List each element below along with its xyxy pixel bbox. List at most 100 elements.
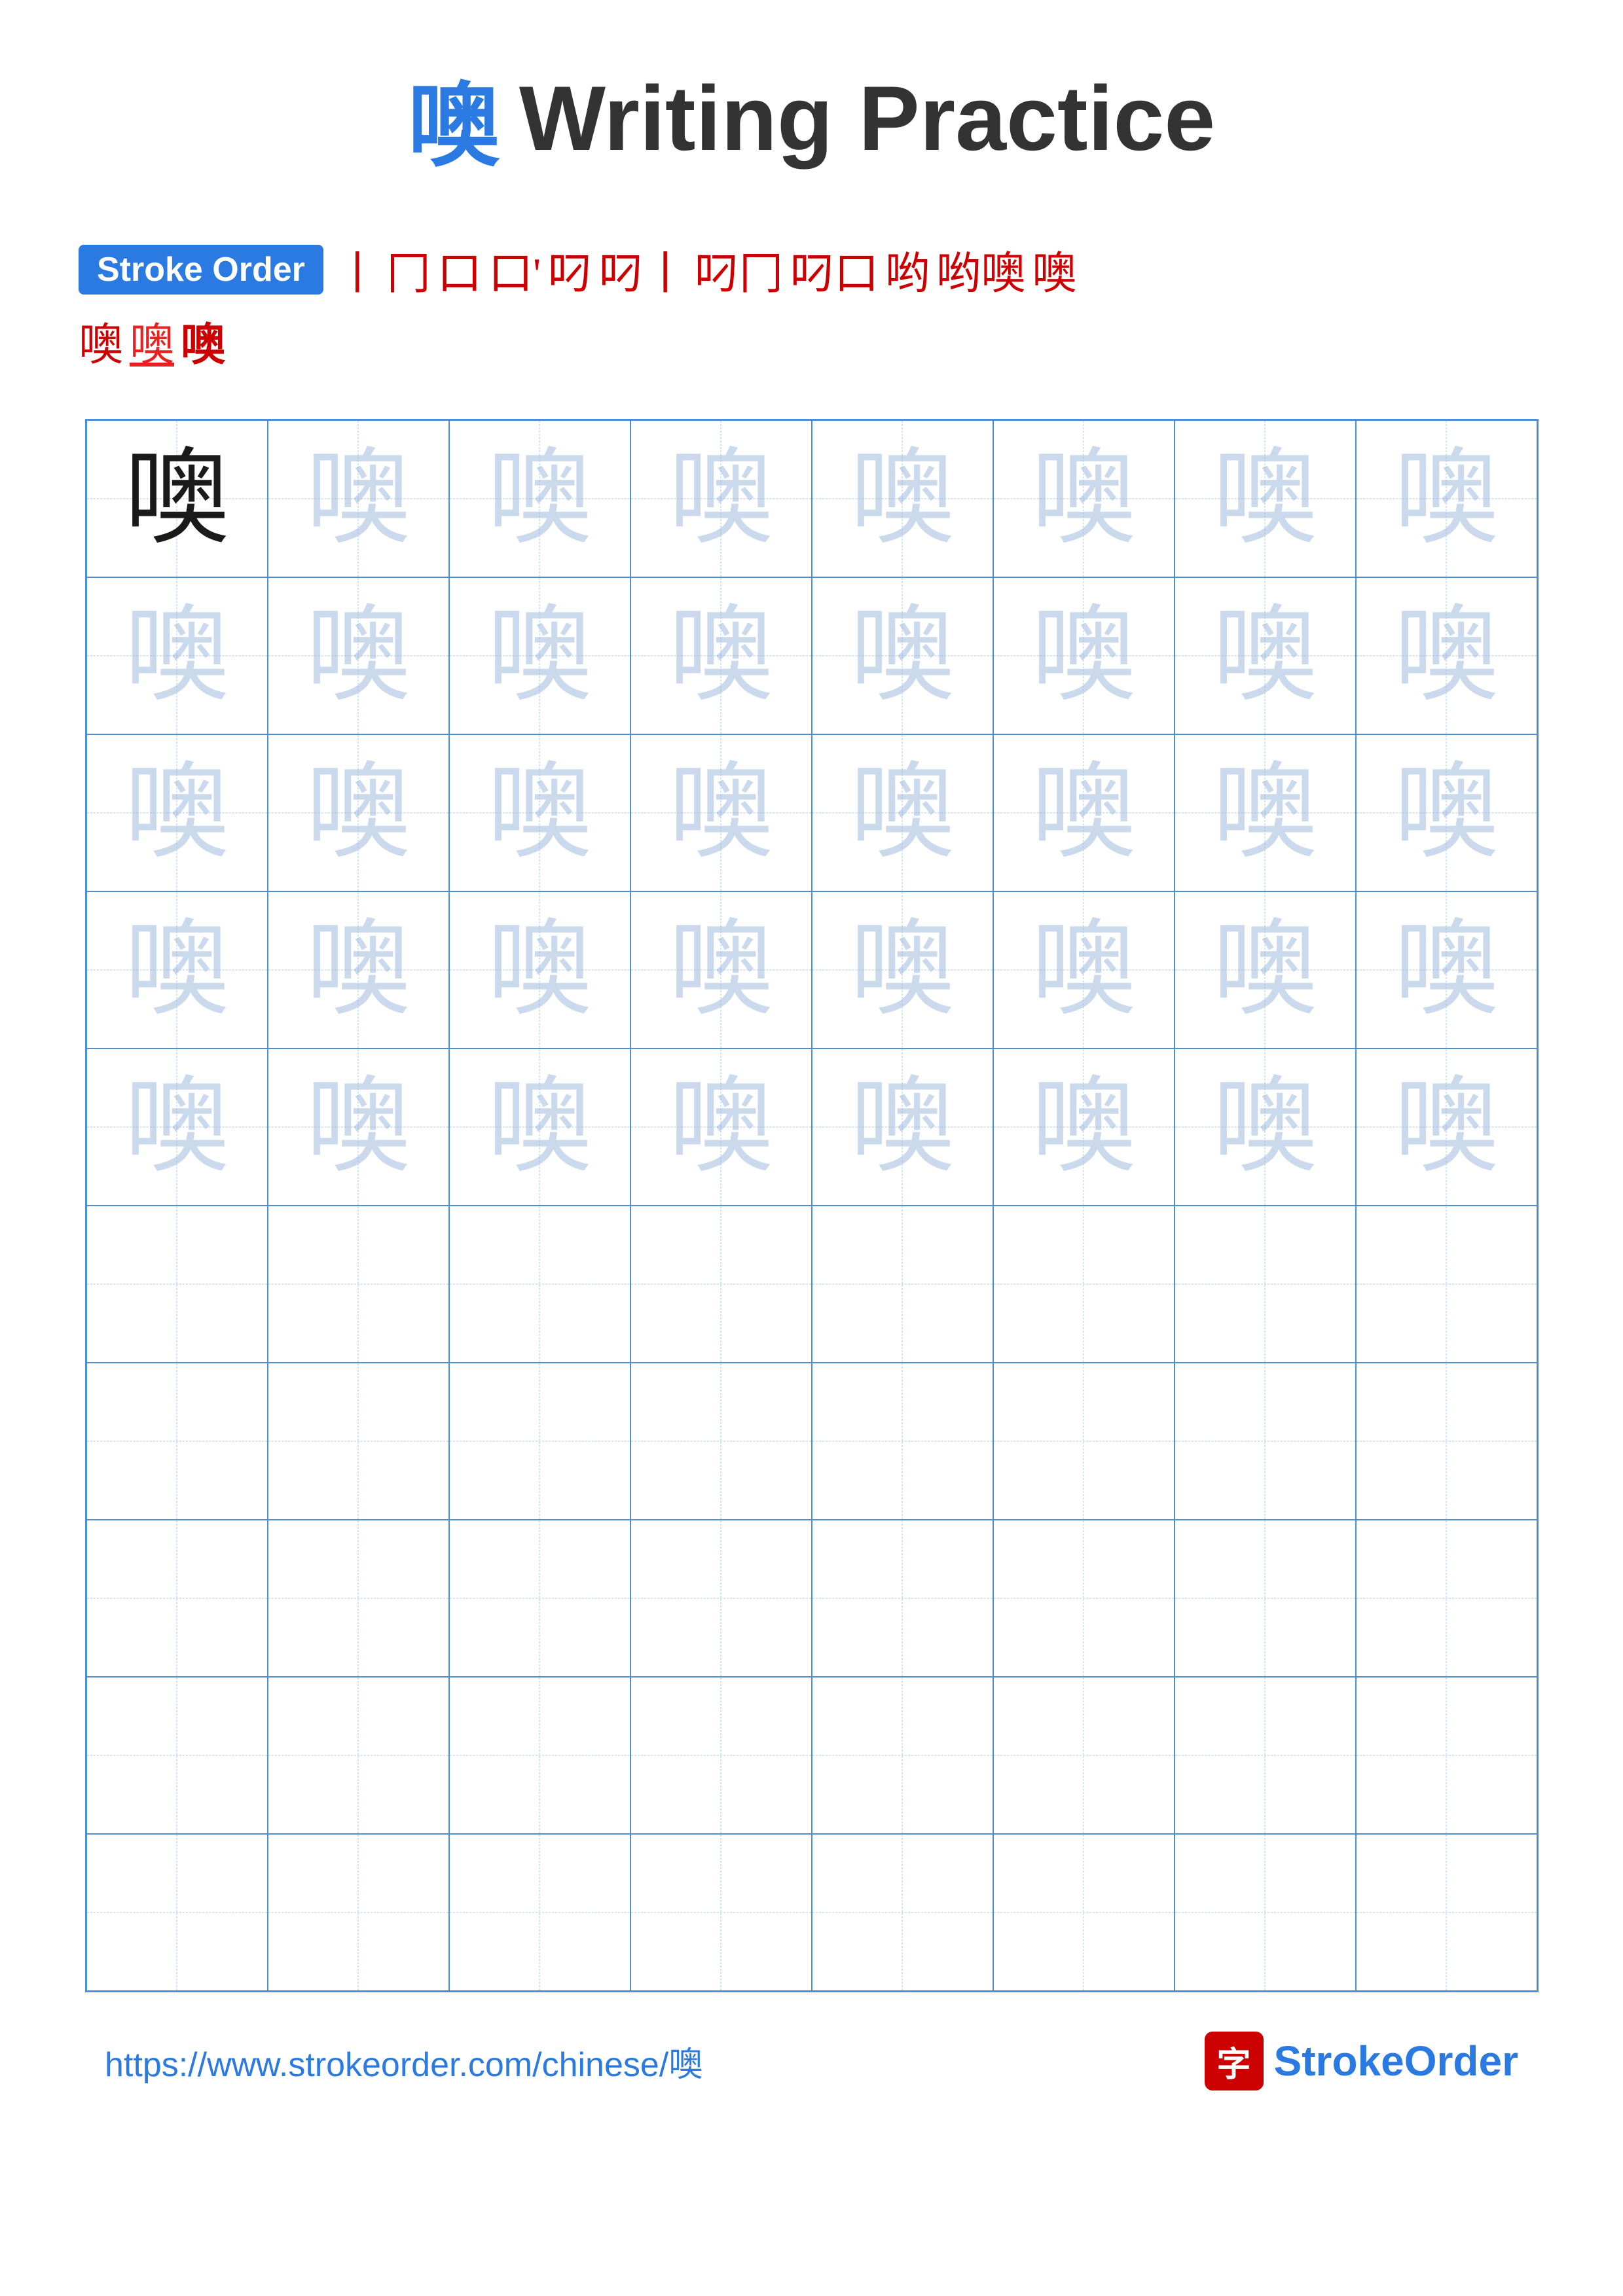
footer-logo-icon: 字 — [1205, 2032, 1264, 2090]
grid-cell-r6-c6[interactable] — [993, 1206, 1175, 1363]
grid-cell-r5-c2[interactable]: 噢 — [268, 1049, 449, 1206]
grid-cell-r4-c1[interactable]: 噢 — [86, 891, 268, 1049]
grid-cell-r4-c7[interactable]: 噢 — [1175, 891, 1356, 1049]
grid-cell-r7-c5[interactable] — [812, 1363, 993, 1520]
grid-cell-r3-c8[interactable]: 噢 — [1356, 734, 1537, 891]
grid-cell-r3-c4[interactable]: 噢 — [630, 734, 812, 891]
grid-cell-r5-c7[interactable]: 噢 — [1175, 1049, 1356, 1206]
grid-cell-r5-c4[interactable]: 噢 — [630, 1049, 812, 1206]
grid-cell-r9-c7[interactable] — [1175, 1677, 1356, 1834]
grid-cell-r2-c3[interactable]: 噢 — [449, 577, 630, 734]
grid-cell-r8-c5[interactable] — [812, 1520, 993, 1677]
grid-cell-r4-c8[interactable]: 噢 — [1356, 891, 1537, 1049]
grid-cell-r1-c5[interactable]: 噢 — [812, 420, 993, 577]
cell-char: 噢 — [850, 446, 955, 551]
grid-cell-r7-c2[interactable] — [268, 1363, 449, 1520]
grid-cell-r1-c7[interactable]: 噢 — [1175, 420, 1356, 577]
grid-cell-r9-c2[interactable] — [268, 1677, 449, 1834]
grid-cell-r1-c2[interactable]: 噢 — [268, 420, 449, 577]
grid-cell-r1-c4[interactable]: 噢 — [630, 420, 812, 577]
grid-cell-r8-c6[interactable] — [993, 1520, 1175, 1677]
cell-char: 噢 — [487, 603, 592, 708]
grid-cell-r3-c3[interactable]: 噢 — [449, 734, 630, 891]
grid-cell-r6-c2[interactable] — [268, 1206, 449, 1363]
grid-cell-r8-c2[interactable] — [268, 1520, 449, 1677]
grid-cell-r10-c3[interactable] — [449, 1834, 630, 1991]
grid-cell-r4-c6[interactable]: 噢 — [993, 891, 1175, 1049]
grid-cell-r7-c7[interactable] — [1175, 1363, 1356, 1520]
grid-cell-r5-c3[interactable]: 噢 — [449, 1049, 630, 1206]
grid-cell-r4-c4[interactable]: 噢 — [630, 891, 812, 1049]
grid-cell-r8-c7[interactable] — [1175, 1520, 1356, 1677]
grid-cell-r10-c2[interactable] — [268, 1834, 449, 1991]
grid-cell-r6-c8[interactable] — [1356, 1206, 1537, 1363]
grid-cell-r2-c4[interactable]: 噢 — [630, 577, 812, 734]
grid-cell-r3-c5[interactable]: 噢 — [812, 734, 993, 891]
grid-cell-r6-c7[interactable] — [1175, 1206, 1356, 1363]
grid-cell-r2-c7[interactable]: 噢 — [1175, 577, 1356, 734]
grid-cell-r9-c3[interactable] — [449, 1677, 630, 1834]
grid-cell-r9-c1[interactable] — [86, 1677, 268, 1834]
cell-char: 噢 — [850, 761, 955, 865]
cell-char: 噢 — [1213, 761, 1317, 865]
grid-cell-r8-c1[interactable] — [86, 1520, 268, 1677]
cell-char: 噢 — [306, 761, 410, 865]
grid-cell-r3-c7[interactable]: 噢 — [1175, 734, 1356, 891]
grid-cell-r7-c1[interactable] — [86, 1363, 268, 1520]
grid-cell-r3-c6[interactable]: 噢 — [993, 734, 1175, 891]
grid-cell-r4-c2[interactable]: 噢 — [268, 891, 449, 1049]
grid-cell-r3-c1[interactable]: 噢 — [86, 734, 268, 891]
grid-cell-r6-c5[interactable] — [812, 1206, 993, 1363]
cell-char: 噢 — [487, 1075, 592, 1179]
grid-cell-r10-c4[interactable] — [630, 1834, 812, 1991]
cell-char: 噢 — [306, 1075, 410, 1179]
stroke-6: 叼丨 — [598, 237, 687, 302]
grid-cell-r10-c5[interactable] — [812, 1834, 993, 1991]
footer-url[interactable]: https://www.strokeorder.com/chinese/噢 — [105, 2037, 702, 2086]
footer-logo-text: StrokeOrder — [1274, 2037, 1518, 2085]
grid-cell-r7-c6[interactable] — [993, 1363, 1175, 1520]
grid-cell-r2-c6[interactable]: 噢 — [993, 577, 1175, 734]
grid-cell-r2-c1[interactable]: 噢 — [86, 577, 268, 734]
cell-char: 噢 — [850, 603, 955, 708]
grid-cell-r7-c8[interactable] — [1356, 1363, 1537, 1520]
page-title: 噢 Writing Practice — [408, 52, 1215, 185]
grid-cell-r9-c8[interactable] — [1356, 1677, 1537, 1834]
grid-cell-r8-c8[interactable] — [1356, 1520, 1537, 1677]
stroke-order-section: Stroke Order 丨 冂 口 口' 叼 叼丨 叼冂 叼口 哟 哟噢 噢 … — [79, 237, 1544, 380]
grid-cell-r10-c8[interactable] — [1356, 1834, 1537, 1991]
grid-cell-r2-c2[interactable]: 噢 — [268, 577, 449, 734]
grid-cell-r10-c7[interactable] — [1175, 1834, 1356, 1991]
cell-char: 噢 — [306, 603, 410, 708]
stroke-chars-row1: 丨 冂 口 口' 叼 叼丨 叼冂 叼口 哟 哟噢 噢 — [335, 237, 1076, 302]
grid-cell-r1-c3[interactable]: 噢 — [449, 420, 630, 577]
grid-cell-r5-c6[interactable]: 噢 — [993, 1049, 1175, 1206]
cell-char: 噢 — [306, 918, 410, 1022]
cell-char: 噢 — [668, 761, 773, 865]
grid-cell-r2-c8[interactable]: 噢 — [1356, 577, 1537, 734]
grid-cell-r9-c4[interactable] — [630, 1677, 812, 1834]
grid-cell-r8-c4[interactable] — [630, 1520, 812, 1677]
grid-cell-r5-c1[interactable]: 噢 — [86, 1049, 268, 1206]
grid-cell-r5-c5[interactable]: 噢 — [812, 1049, 993, 1206]
grid-cell-r1-c8[interactable]: 噢 — [1356, 420, 1537, 577]
grid-cell-r1-c6[interactable]: 噢 — [993, 420, 1175, 577]
cell-char: 噢 — [487, 446, 592, 551]
grid-cell-r6-c4[interactable] — [630, 1206, 812, 1363]
grid-cell-r3-c2[interactable]: 噢 — [268, 734, 449, 891]
grid-cell-r9-c5[interactable] — [812, 1677, 993, 1834]
grid-cell-r10-c1[interactable] — [86, 1834, 268, 1991]
grid-cell-r4-c3[interactable]: 噢 — [449, 891, 630, 1049]
grid-cell-r9-c6[interactable] — [993, 1677, 1175, 1834]
grid-cell-r1-c1[interactable]: 噢 — [86, 420, 268, 577]
stroke-order-row2: 噢 噢 噢 — [79, 308, 1544, 373]
grid-cell-r5-c8[interactable]: 噢 — [1356, 1049, 1537, 1206]
grid-cell-r6-c1[interactable] — [86, 1206, 268, 1363]
grid-cell-r4-c5[interactable]: 噢 — [812, 891, 993, 1049]
grid-cell-r7-c4[interactable] — [630, 1363, 812, 1520]
grid-cell-r10-c6[interactable] — [993, 1834, 1175, 1991]
grid-cell-r7-c3[interactable] — [449, 1363, 630, 1520]
grid-cell-r2-c5[interactable]: 噢 — [812, 577, 993, 734]
grid-cell-r6-c3[interactable] — [449, 1206, 630, 1363]
grid-cell-r8-c3[interactable] — [449, 1520, 630, 1677]
